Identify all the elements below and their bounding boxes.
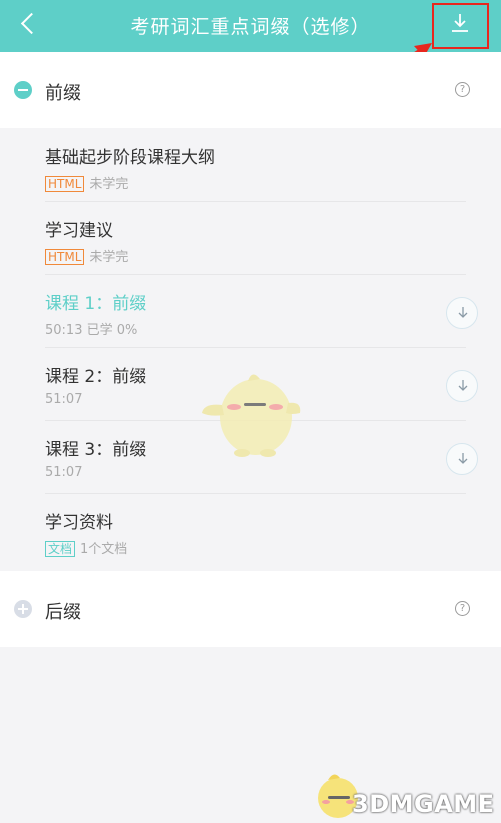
item-meta: 51:07 [45,392,83,407]
download-highlight-box [432,3,489,49]
item-title: 基础起步阶段课程大纲 [45,148,215,168]
item-status: 1个文档 [80,542,128,557]
item-status: 未学完 [89,177,129,192]
help-icon[interactable]: ? [455,82,470,97]
download-lesson-1-icon[interactable] [446,297,478,329]
download-lesson-2-icon[interactable] [446,370,478,402]
mascot-watermark-icon [202,374,301,457]
item-title: 课程 2：前缀 [45,367,147,387]
item-meta: 文档 1个文档 [45,538,127,557]
watermark-text: 3DMGAME [352,790,495,818]
section-title: 前缀 [45,83,81,104]
item-title: 课程 3：前缀 [45,440,147,460]
section-title: 后缀 [45,602,81,623]
item-title: 学习建议 [45,221,113,241]
list-item-materials[interactable]: 学习资料 文档 1个文档 [45,494,466,567]
list-item-advice[interactable]: 学习建议 HTML 未学完 [45,202,466,275]
item-title: 学习资料 [45,513,113,533]
section-header-prefix[interactable]: 前缀 [0,52,501,128]
item-status: 未学完 [89,250,129,265]
section-header-suffix[interactable]: 后缀 [0,571,501,647]
collapse-icon[interactable] [14,81,32,99]
item-meta: 50:13 已学 0% [45,323,138,338]
item-title: 课程 1：前缀 [45,294,147,314]
help-icon[interactable]: ? [455,601,470,616]
list-item-syllabus[interactable]: 基础起步阶段课程大纲 HTML 未学完 [45,129,466,202]
html-tag: HTML [45,249,85,265]
doc-tag: 文档 [45,541,76,557]
lesson-list: 基础起步阶段课程大纲 HTML 未学完 学习建议 HTML 未学完 课程 1：前缀 … [0,129,501,571]
list-item-lesson-1[interactable]: 课程 1：前缀 50:13 已学 0% [45,275,466,348]
item-meta: 51:07 [45,465,83,480]
html-tag: HTML [45,176,85,192]
item-meta: HTML 未学完 [45,246,128,265]
page-title: 考研词汇重点词缀（选修） [130,16,371,38]
item-meta: HTML 未学完 [45,173,128,192]
download-lesson-3-icon[interactable] [446,443,478,475]
expand-icon[interactable] [14,600,32,618]
